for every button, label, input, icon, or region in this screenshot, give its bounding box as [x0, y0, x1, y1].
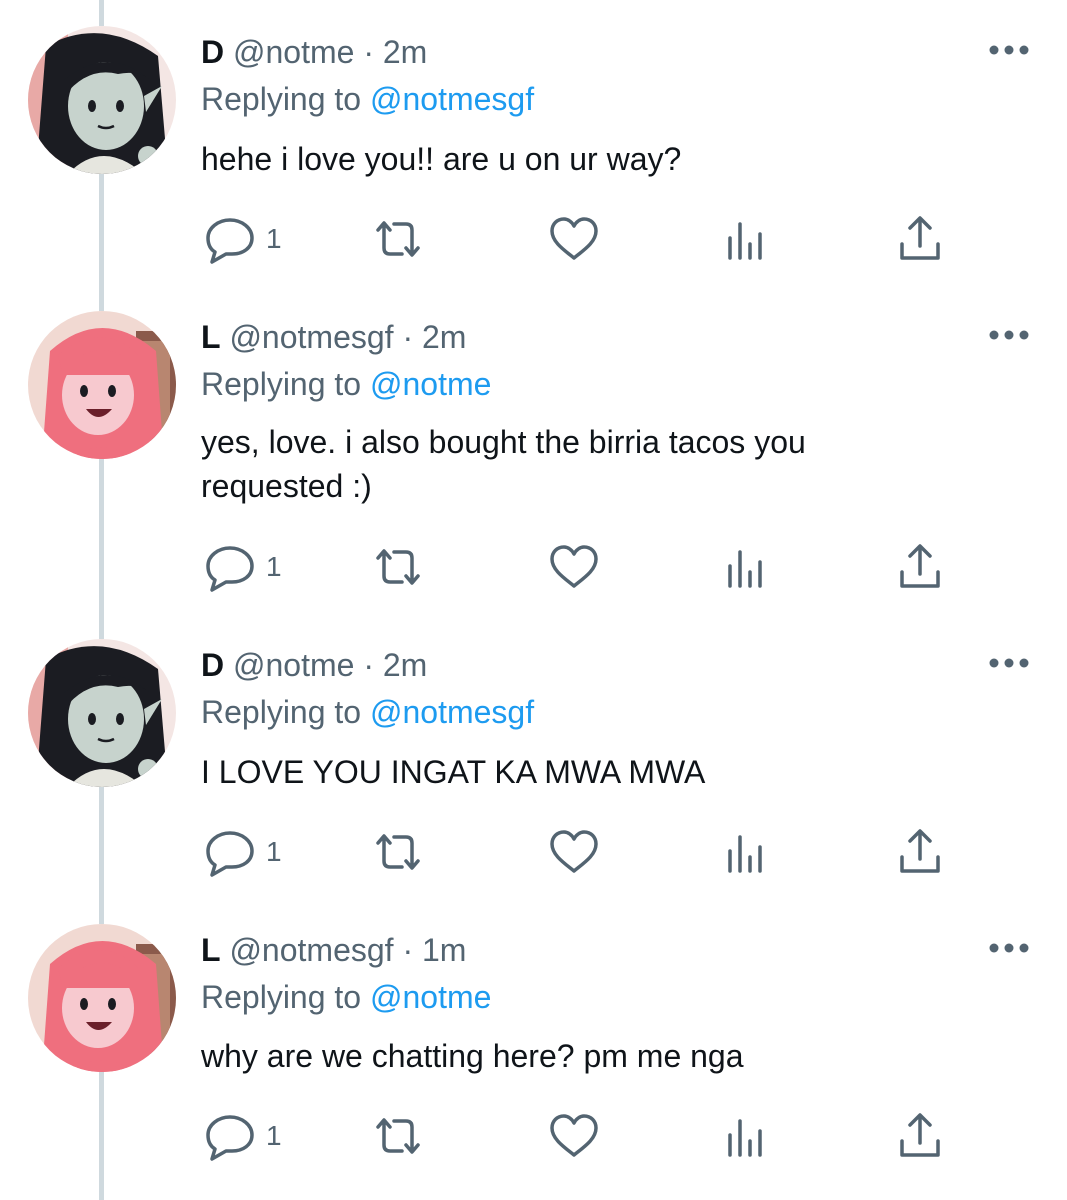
action-bar: 1 — [200, 214, 960, 264]
tweet-header: L @notmesgf · 1m — [201, 930, 466, 970]
share-button[interactable] — [892, 214, 948, 264]
retweet-button[interactable] — [370, 1111, 426, 1161]
retweet-button[interactable] — [370, 214, 426, 264]
share-icon — [892, 542, 948, 592]
retweet-icon — [370, 214, 426, 264]
heart-icon — [546, 827, 602, 877]
handle[interactable]: @notme — [233, 34, 354, 70]
heart-icon — [546, 214, 602, 264]
retweet-icon — [370, 827, 426, 877]
mention-link[interactable]: @notmesgf — [370, 694, 534, 730]
heart-icon — [546, 1111, 602, 1161]
views-icon — [720, 542, 776, 592]
more-icon[interactable] — [985, 938, 1033, 958]
tweet[interactable]: L @notmesgf · 1m Replying to @notme why … — [0, 900, 1067, 1200]
reply-button[interactable]: 1 — [202, 1111, 282, 1161]
tweet-text: yes, love. i also bought the birria taco… — [201, 424, 806, 504]
mention-link[interactable]: @notmesgf — [370, 81, 534, 117]
reply-count: 1 — [266, 836, 282, 867]
reply-count: 1 — [266, 551, 282, 582]
tweet[interactable]: D @notme · 2m Replying to @notmesgf hehe… — [0, 0, 1067, 285]
replying-to: Replying to @notmesgf — [201, 692, 534, 732]
avatar[interactable] — [28, 639, 176, 787]
share-icon — [892, 827, 948, 877]
avatar[interactable] — [28, 924, 176, 1072]
more-icon[interactable] — [985, 653, 1033, 673]
views-button[interactable] — [720, 827, 776, 877]
like-button[interactable] — [546, 1111, 602, 1161]
heart-icon — [546, 542, 602, 592]
tweet-text: why are we chatting here? pm me nga — [201, 1038, 744, 1074]
replying-to: Replying to @notme — [201, 364, 491, 404]
replying-to: Replying to @notmesgf — [201, 79, 534, 119]
share-button[interactable] — [892, 827, 948, 877]
separator: · — [402, 319, 414, 355]
share-icon — [892, 214, 948, 264]
mention-link[interactable]: @notme — [370, 366, 491, 402]
reply-count: 1 — [266, 223, 282, 254]
reply-button[interactable]: 1 — [202, 542, 282, 592]
tweet[interactable]: L @notmesgf · 2m Replying to @notme yes,… — [0, 285, 1067, 615]
more-icon[interactable] — [985, 325, 1033, 345]
display-name[interactable]: L — [201, 319, 221, 355]
views-button[interactable] — [720, 542, 776, 592]
display-name[interactable]: D — [201, 647, 224, 683]
action-bar: 1 — [200, 542, 960, 592]
reply-button[interactable]: 1 — [202, 827, 282, 877]
tweet-header: D @notme · 2m — [201, 32, 427, 72]
share-button[interactable] — [892, 1111, 948, 1161]
replying-to: Replying to @notme — [201, 977, 491, 1017]
reply-icon — [202, 827, 258, 877]
like-button[interactable] — [546, 827, 602, 877]
handle[interactable]: @notmesgf — [229, 932, 393, 968]
retweet-icon — [370, 1111, 426, 1161]
action-bar: 1 — [200, 1111, 960, 1161]
action-bar: 1 — [200, 827, 960, 877]
tweet[interactable]: D @notme · 2m Replying to @notmesgf I LO… — [0, 615, 1067, 900]
views-icon — [720, 1111, 776, 1161]
reply-button[interactable]: 1 — [202, 214, 282, 264]
more-icon[interactable] — [985, 40, 1033, 60]
replying-label: Replying to — [201, 979, 362, 1015]
avatar[interactable] — [28, 311, 176, 459]
views-icon — [720, 214, 776, 264]
timestamp[interactable]: 2m — [383, 647, 427, 683]
reply-icon — [202, 214, 258, 264]
reply-count: 1 — [266, 1120, 282, 1151]
mention-link[interactable]: @notme — [370, 979, 491, 1015]
views-icon — [720, 827, 776, 877]
timestamp[interactable]: 1m — [422, 932, 466, 968]
display-name[interactable]: L — [201, 932, 221, 968]
replying-label: Replying to — [201, 366, 362, 402]
tweet-text: I LOVE YOU INGAT KA MWA MWA — [201, 754, 706, 790]
replying-label: Replying to — [201, 81, 362, 117]
tweet-text: hehe i love you!! are u on ur way? — [201, 141, 682, 177]
views-button[interactable] — [720, 214, 776, 264]
retweet-button[interactable] — [370, 542, 426, 592]
display-name[interactable]: D — [201, 34, 224, 70]
tweet-header: D @notme · 2m — [201, 645, 427, 685]
separator: · — [402, 932, 414, 968]
timestamp[interactable]: 2m — [422, 319, 466, 355]
handle[interactable]: @notmesgf — [229, 319, 393, 355]
retweet-button[interactable] — [370, 827, 426, 877]
separator: · — [363, 34, 374, 70]
share-icon — [892, 1111, 948, 1161]
reply-icon — [202, 542, 258, 592]
separator: · — [363, 647, 374, 683]
avatar[interactable] — [28, 26, 176, 174]
timestamp[interactable]: 2m — [383, 34, 427, 70]
reply-icon — [202, 1111, 258, 1161]
replying-label: Replying to — [201, 694, 362, 730]
tweet-header: L @notmesgf · 2m — [201, 317, 466, 357]
share-button[interactable] — [892, 542, 948, 592]
like-button[interactable] — [546, 542, 602, 592]
views-button[interactable] — [720, 1111, 776, 1161]
handle[interactable]: @notme — [233, 647, 354, 683]
retweet-icon — [370, 542, 426, 592]
like-button[interactable] — [546, 214, 602, 264]
